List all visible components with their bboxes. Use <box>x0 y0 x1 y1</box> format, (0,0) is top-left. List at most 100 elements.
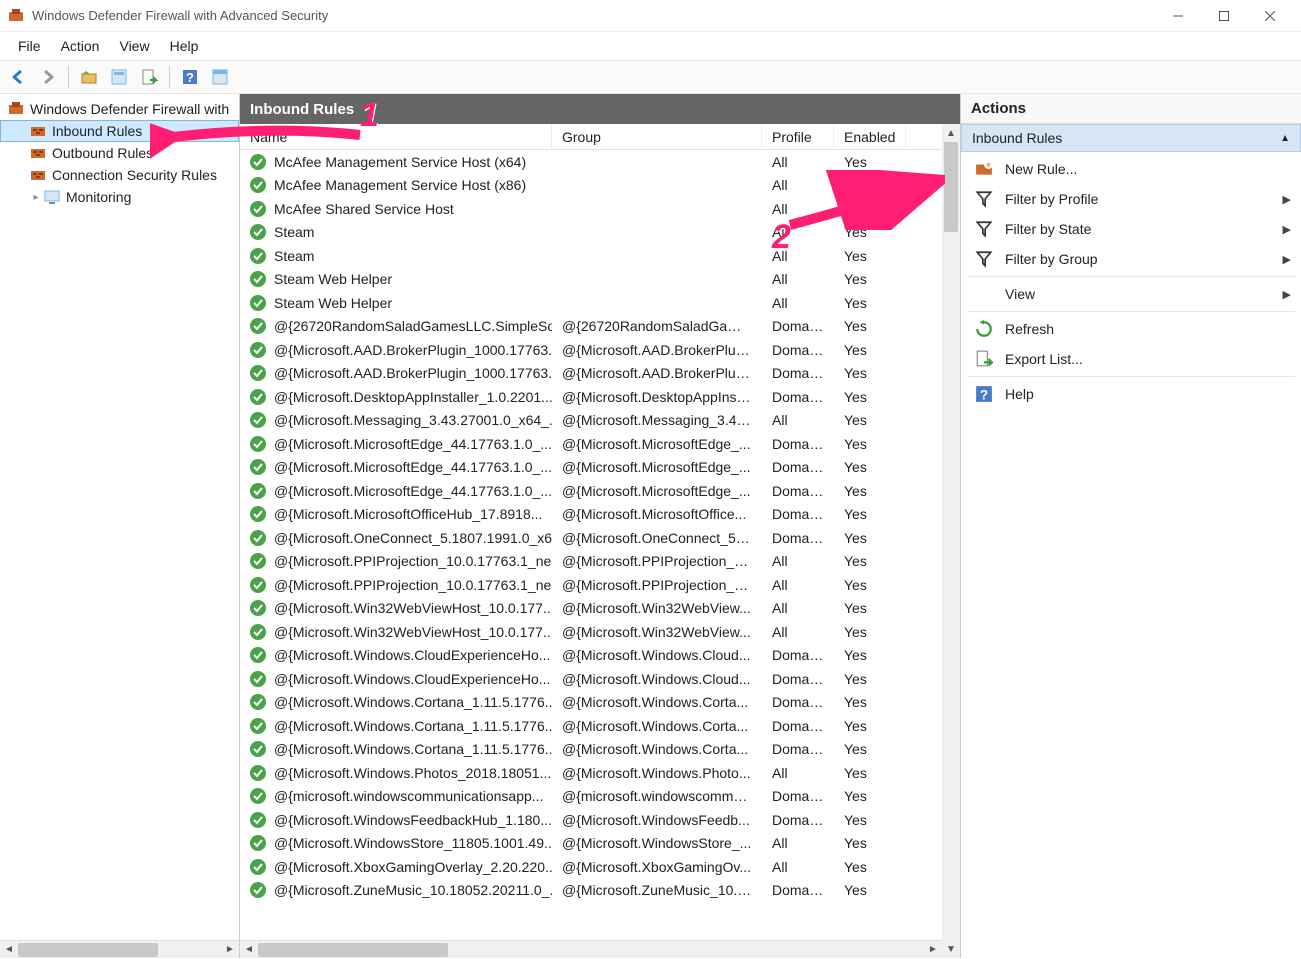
actions-section-header[interactable]: Inbound Rules ▲ <box>961 124 1301 152</box>
toolbar-back-button[interactable] <box>4 63 32 91</box>
rule-group: @{Microsoft.Windows.Corta... <box>552 694 762 710</box>
rule-row[interactable]: SteamAllYes <box>240 244 942 268</box>
enabled-check-icon <box>250 201 266 217</box>
tree-item-inbound-rules[interactable]: Inbound Rules <box>0 120 239 142</box>
maximize-button[interactable] <box>1201 2 1247 30</box>
rule-profile: All <box>762 600 834 616</box>
rule-row[interactable]: @{Microsoft.AAD.BrokerPlugin_1000.17763.… <box>240 362 942 386</box>
toolbar-export-button[interactable] <box>135 63 163 91</box>
rule-enabled: Yes <box>834 530 906 546</box>
rule-row[interactable]: @{Microsoft.Windows.CloudExperienceHo...… <box>240 644 942 668</box>
menu-file[interactable]: File <box>8 34 51 58</box>
scroll-thumb[interactable] <box>18 943 158 957</box>
rule-row[interactable]: @{Microsoft.Windows.Cortana_1.11.5.1776.… <box>240 714 942 738</box>
minimize-button[interactable] <box>1155 2 1201 30</box>
rule-row[interactable]: @{Microsoft.Messaging_3.43.27001.0_x64_.… <box>240 409 942 433</box>
rule-name: McAfee Management Service Host (x86) <box>274 177 526 193</box>
menu-help[interactable]: Help <box>160 34 209 58</box>
rule-row[interactable]: @{Microsoft.Windows.Photos_2018.18051...… <box>240 761 942 785</box>
rule-row[interactable]: @{Microsoft.XboxGamingOverlay_2.20.220..… <box>240 855 942 879</box>
rule-row[interactable]: @{Microsoft.Windows.Cortana_1.11.5.1776.… <box>240 738 942 762</box>
scroll-thumb[interactable] <box>258 943 448 957</box>
action-filter-by-group[interactable]: Filter by Group▶ <box>961 244 1301 274</box>
tree-horizontal-scrollbar[interactable]: ◄ ► <box>0 940 239 958</box>
scroll-down-icon[interactable]: ▼ <box>942 940 960 958</box>
rule-row[interactable]: @{Microsoft.Win32WebViewHost_10.0.177...… <box>240 597 942 621</box>
scroll-up-icon[interactable]: ▲ <box>942 124 960 142</box>
action-filter-by-profile[interactable]: Filter by Profile▶ <box>961 184 1301 214</box>
action-new-rule[interactable]: ✶New Rule... <box>961 154 1301 184</box>
rule-group: @{Microsoft.WindowsStore_... <box>552 835 762 851</box>
rule-row[interactable]: @{Microsoft.MicrosoftEdge_44.17763.1.0_.… <box>240 479 942 503</box>
toolbar-up-button[interactable] <box>75 63 103 91</box>
rule-row[interactable]: SteamAllYes <box>240 221 942 245</box>
rule-row[interactable]: @{Microsoft.Windows.CloudExperienceHo...… <box>240 667 942 691</box>
rule-row[interactable]: @{Microsoft.DesktopAppInstaller_1.0.2201… <box>240 385 942 409</box>
rule-row[interactable]: @{Microsoft.WindowsFeedbackHub_1.180...@… <box>240 808 942 832</box>
rule-row[interactable]: @{Microsoft.WindowsStore_11805.1001.49..… <box>240 832 942 856</box>
menu-action[interactable]: Action <box>51 34 110 58</box>
rules-horizontal-scrollbar[interactable]: ◄ ► <box>240 940 942 958</box>
rule-enabled: Yes <box>834 483 906 499</box>
column-header-enabled[interactable]: Enabled <box>834 124 906 149</box>
rule-row[interactable]: Steam Web HelperAllYes <box>240 268 942 292</box>
rule-row[interactable]: @{Microsoft.MicrosoftOfficeHub_17.8918..… <box>240 503 942 527</box>
action-view[interactable]: View▶ <box>961 279 1301 309</box>
enabled-check-icon <box>250 154 266 170</box>
rule-row[interactable]: McAfee Management Service Host (x64)AllY… <box>240 150 942 174</box>
scroll-right-icon[interactable]: ► <box>924 941 942 959</box>
rule-name: McAfee Shared Service Host <box>274 201 454 217</box>
rule-name: @{Microsoft.MicrosoftEdge_44.17763.1.0_.… <box>274 459 552 475</box>
actions-separator <box>967 376 1295 377</box>
rule-profile: Domai... <box>762 318 834 334</box>
rule-group: @{Microsoft.DesktopAppInst... <box>552 389 762 405</box>
tree-item-monitoring[interactable]: ▸Monitoring <box>0 186 239 208</box>
column-header-group[interactable]: Group <box>552 124 762 149</box>
action-refresh[interactable]: Refresh <box>961 314 1301 344</box>
action-label: Refresh <box>1005 321 1054 337</box>
expander-icon[interactable]: ▸ <box>30 192 42 203</box>
toolbar-help-button[interactable]: ? <box>176 63 204 91</box>
scroll-thumb[interactable] <box>944 142 958 232</box>
rule-row[interactable]: Steam Web HelperAllYes <box>240 291 942 315</box>
action-help[interactable]: ?Help <box>961 379 1301 409</box>
export-icon <box>975 350 993 368</box>
scroll-left-icon[interactable]: ◄ <box>0 941 18 959</box>
rule-row[interactable]: @{Microsoft.AAD.BrokerPlugin_1000.17763.… <box>240 338 942 362</box>
toolbar-showhide-button[interactable] <box>206 63 234 91</box>
rule-row[interactable]: @{microsoft.windowscommunicationsapp...@… <box>240 785 942 809</box>
rule-enabled: Yes <box>834 295 906 311</box>
action-filter-by-state[interactable]: Filter by State▶ <box>961 214 1301 244</box>
toolbar-properties-button[interactable] <box>105 63 133 91</box>
menu-view[interactable]: View <box>109 34 159 58</box>
tree-root[interactable]: Windows Defender Firewall with <box>0 98 239 120</box>
scroll-left-icon[interactable]: ◄ <box>240 941 258 959</box>
rule-row[interactable]: @{Microsoft.OneConnect_5.1807.1991.0_x6.… <box>240 526 942 550</box>
column-header-profile[interactable]: Profile <box>762 124 834 149</box>
rule-row[interactable]: McAfee Management Service Host (x86)AllY… <box>240 174 942 198</box>
action-export-list[interactable]: Export List... <box>961 344 1301 374</box>
rule-row[interactable]: @{26720RandomSaladGamesLLC.SimpleSo...@{… <box>240 315 942 339</box>
rule-row[interactable]: @{Microsoft.MicrosoftEdge_44.17763.1.0_.… <box>240 456 942 480</box>
tree-item-connection-security-rules[interactable]: Connection Security Rules <box>0 164 239 186</box>
rule-enabled: Yes <box>834 741 906 757</box>
toolbar-forward-button[interactable] <box>34 63 62 91</box>
rule-enabled: Yes <box>834 812 906 828</box>
rule-row[interactable]: @{Microsoft.PPIProjection_10.0.17763.1_n… <box>240 550 942 574</box>
enabled-check-icon <box>250 694 266 710</box>
rule-row[interactable]: @{Microsoft.Win32WebViewHost_10.0.177...… <box>240 620 942 644</box>
rule-name: @{microsoft.windowscommunicationsapp... <box>274 788 543 804</box>
rule-profile: Domai... <box>762 483 834 499</box>
rules-vertical-scrollbar[interactable]: ▲ ▼ <box>942 124 960 958</box>
scroll-right-icon[interactable]: ► <box>221 941 239 959</box>
rule-enabled: Yes <box>834 600 906 616</box>
column-header-name[interactable]: Name <box>240 124 552 149</box>
rule-row[interactable]: @{Microsoft.Windows.Cortana_1.11.5.1776.… <box>240 691 942 715</box>
monitor-icon <box>44 189 60 205</box>
tree-item-outbound-rules[interactable]: Outbound Rules <box>0 142 239 164</box>
rule-row[interactable]: @{Microsoft.PPIProjection_10.0.17763.1_n… <box>240 573 942 597</box>
rule-row[interactable]: @{Microsoft.MicrosoftEdge_44.17763.1.0_.… <box>240 432 942 456</box>
rule-row[interactable]: @{Microsoft.ZuneMusic_10.18052.20211.0_.… <box>240 879 942 903</box>
rule-row[interactable]: McAfee Shared Service HostAllYes <box>240 197 942 221</box>
close-button[interactable] <box>1247 2 1293 30</box>
